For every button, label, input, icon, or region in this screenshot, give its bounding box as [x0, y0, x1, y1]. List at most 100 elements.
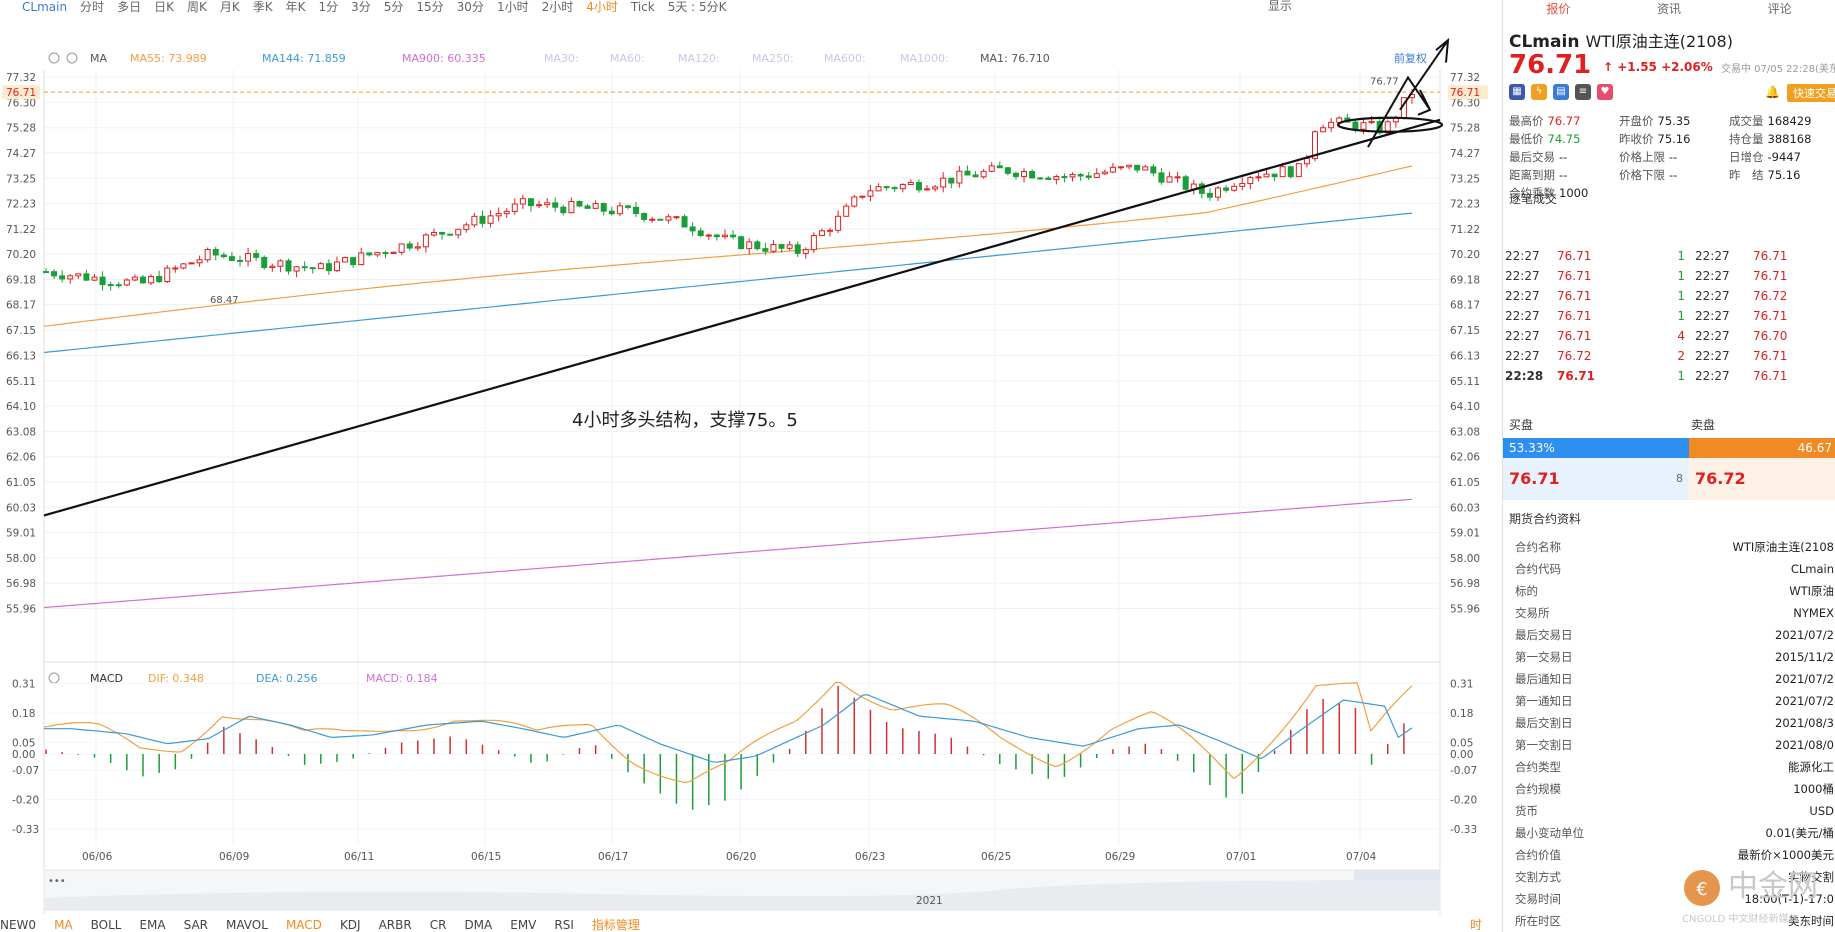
candle-body: [770, 244, 777, 252]
indicator-5[interactable]: MAVOL: [226, 918, 268, 932]
period-9[interactable]: 5分: [384, 1, 404, 13]
flag-icon[interactable]: ▦: [1509, 84, 1525, 100]
macd-tick-left: -0.07: [12, 765, 39, 777]
date-label: 06/25: [981, 851, 1011, 863]
candle-body: [1037, 177, 1044, 180]
period-8[interactable]: 3分: [351, 1, 371, 13]
sell-pct: 46.67: [1689, 438, 1835, 458]
stat-value: 388168: [1767, 132, 1812, 146]
price-tick-right: 69.18: [1450, 275, 1480, 287]
session-button[interactable]: 时段: [1470, 916, 1482, 932]
change-pct: +2.06%: [1661, 60, 1713, 74]
period-12[interactable]: 1小时: [497, 1, 529, 13]
price-tick-left: 69.18: [6, 275, 36, 287]
price-tick-left: 58.00: [6, 553, 36, 565]
period-2[interactable]: 日K: [154, 1, 174, 13]
stat-key: 昨收价: [1619, 132, 1654, 146]
candle-body: [83, 273, 90, 281]
candle-body: [1085, 175, 1092, 178]
price-tick-right: 74.27: [1450, 148, 1480, 160]
indicator-6[interactable]: MACD: [286, 918, 322, 932]
info-value: USD: [1809, 804, 1834, 818]
indicator-11[interactable]: EMV: [510, 918, 536, 932]
candle-body: [778, 244, 785, 249]
indicator-9[interactable]: CR: [430, 918, 447, 932]
indicator-13[interactable]: 指标管理: [592, 916, 640, 932]
candle-body: [245, 253, 252, 262]
tick-cell: 76.71: [1557, 249, 1592, 263]
candle-body: [633, 206, 640, 214]
bid-size: 8: [1676, 472, 1683, 485]
trade-status: 交易中 07/05 22:28(美东: [1721, 64, 1835, 75]
price-tick-left: 70.20: [6, 249, 36, 261]
tab-quote[interactable]: 报价: [1546, 0, 1570, 16]
period-4[interactable]: 月K: [220, 1, 240, 13]
favorite-icon[interactable]: ♥: [1597, 84, 1613, 100]
indicator-8[interactable]: ARBR: [379, 918, 412, 932]
price-tick-right: 64.10: [1450, 401, 1480, 413]
stats-row: 最后交易 -- 价格上限 -- 日增仓 -9447: [1509, 148, 1835, 166]
price-tick-left: 73.25: [6, 173, 36, 185]
stat-cell: 价格上限 --: [1619, 148, 1729, 166]
period-16[interactable]: 5天 : 5分K: [668, 1, 727, 13]
tab-news[interactable]: 资讯: [1657, 0, 1681, 16]
fuquan-toggle[interactable]: 前复权: [1394, 51, 1427, 65]
candle-body: [148, 275, 155, 284]
info-value: 2015/11/2: [1775, 650, 1834, 664]
price-tick-right: 59.01: [1450, 528, 1480, 540]
ticks-title: 逐笔成交: [1509, 192, 1558, 206]
alert-bell-icon[interactable]: 🔔: [1765, 85, 1780, 99]
candle-body: [924, 188, 931, 191]
watermark-logo: € 中金网 CNGOLD 中文财经新媒体: [1680, 858, 1830, 928]
indicator-4[interactable]: SAR: [184, 918, 208, 932]
indicator-0[interactable]: NEW0: [0, 918, 36, 932]
tick-cell: 76.71: [1557, 289, 1592, 303]
symbol-label[interactable]: CLmain: [22, 1, 67, 13]
indicator-1[interactable]: MA: [54, 918, 73, 932]
list-icon[interactable]: ≡: [1575, 84, 1591, 100]
candle-body: [1352, 121, 1359, 130]
indicator-2[interactable]: BOLL: [91, 918, 122, 932]
period-5[interactable]: 季K: [253, 1, 273, 13]
tab-comments[interactable]: 评论: [1768, 0, 1792, 16]
indicator-10[interactable]: DMA: [464, 918, 492, 932]
stat-value: 75.16: [1657, 132, 1691, 146]
stat-cell: 最低价 74.75: [1509, 130, 1619, 148]
info-value: WTI原油: [1789, 584, 1834, 598]
stat-cell: 持仓量 388168: [1729, 130, 1835, 148]
kline-chart[interactable]: MA MA55: 73.989 MA144: 71.859 MA900: 60.335…: [0, 14, 1500, 932]
sell-label: 卖盘: [1691, 418, 1716, 432]
info-row: 合约代码 CLmain: [1509, 558, 1834, 580]
price-tick-left: 56.98: [6, 578, 36, 590]
instrument-title: CLmain WTI原油主连(2108): [1509, 28, 1733, 52]
quick-trade-button[interactable]: 快速交易: [1787, 84, 1835, 102]
navigator-year: 2021: [916, 895, 943, 907]
indicator-12[interactable]: RSI: [554, 918, 574, 932]
candle-body: [1029, 171, 1036, 179]
period-15[interactable]: Tick: [631, 1, 655, 13]
display-menu[interactable]: 显示: [1268, 0, 1292, 12]
candle-body: [382, 252, 389, 255]
indicator-3[interactable]: EMA: [139, 918, 165, 932]
price-tick-left: 66.13: [6, 350, 36, 362]
period-14[interactable]: 4小时: [586, 1, 618, 13]
candle-body: [439, 231, 446, 235]
period-11[interactable]: 30分: [457, 1, 484, 13]
period-10[interactable]: 15分: [416, 1, 443, 13]
indicator-7[interactable]: KDJ: [340, 918, 361, 932]
period-1[interactable]: 多日: [117, 1, 141, 13]
stat-value: 1000: [1559, 186, 1589, 200]
period-13[interactable]: 2小时: [542, 1, 574, 13]
stat-value: --: [1559, 150, 1568, 164]
price-tick-left: 77.32: [6, 72, 36, 84]
chart-icon[interactable]: ▤: [1553, 84, 1569, 100]
period-0[interactable]: 分时: [80, 1, 104, 13]
lightning-icon[interactable]: ϟ: [1531, 84, 1547, 100]
date-label: 06/06: [82, 851, 113, 863]
macd-tick-left: 0.00: [12, 749, 35, 761]
stat-cell: 昨 结 75.16: [1729, 166, 1835, 184]
period-3[interactable]: 周K: [187, 1, 207, 13]
period-7[interactable]: 1分: [318, 1, 338, 13]
info-row: 最后交易日 2021/07/2: [1509, 624, 1834, 646]
period-6[interactable]: 年K: [286, 1, 306, 13]
